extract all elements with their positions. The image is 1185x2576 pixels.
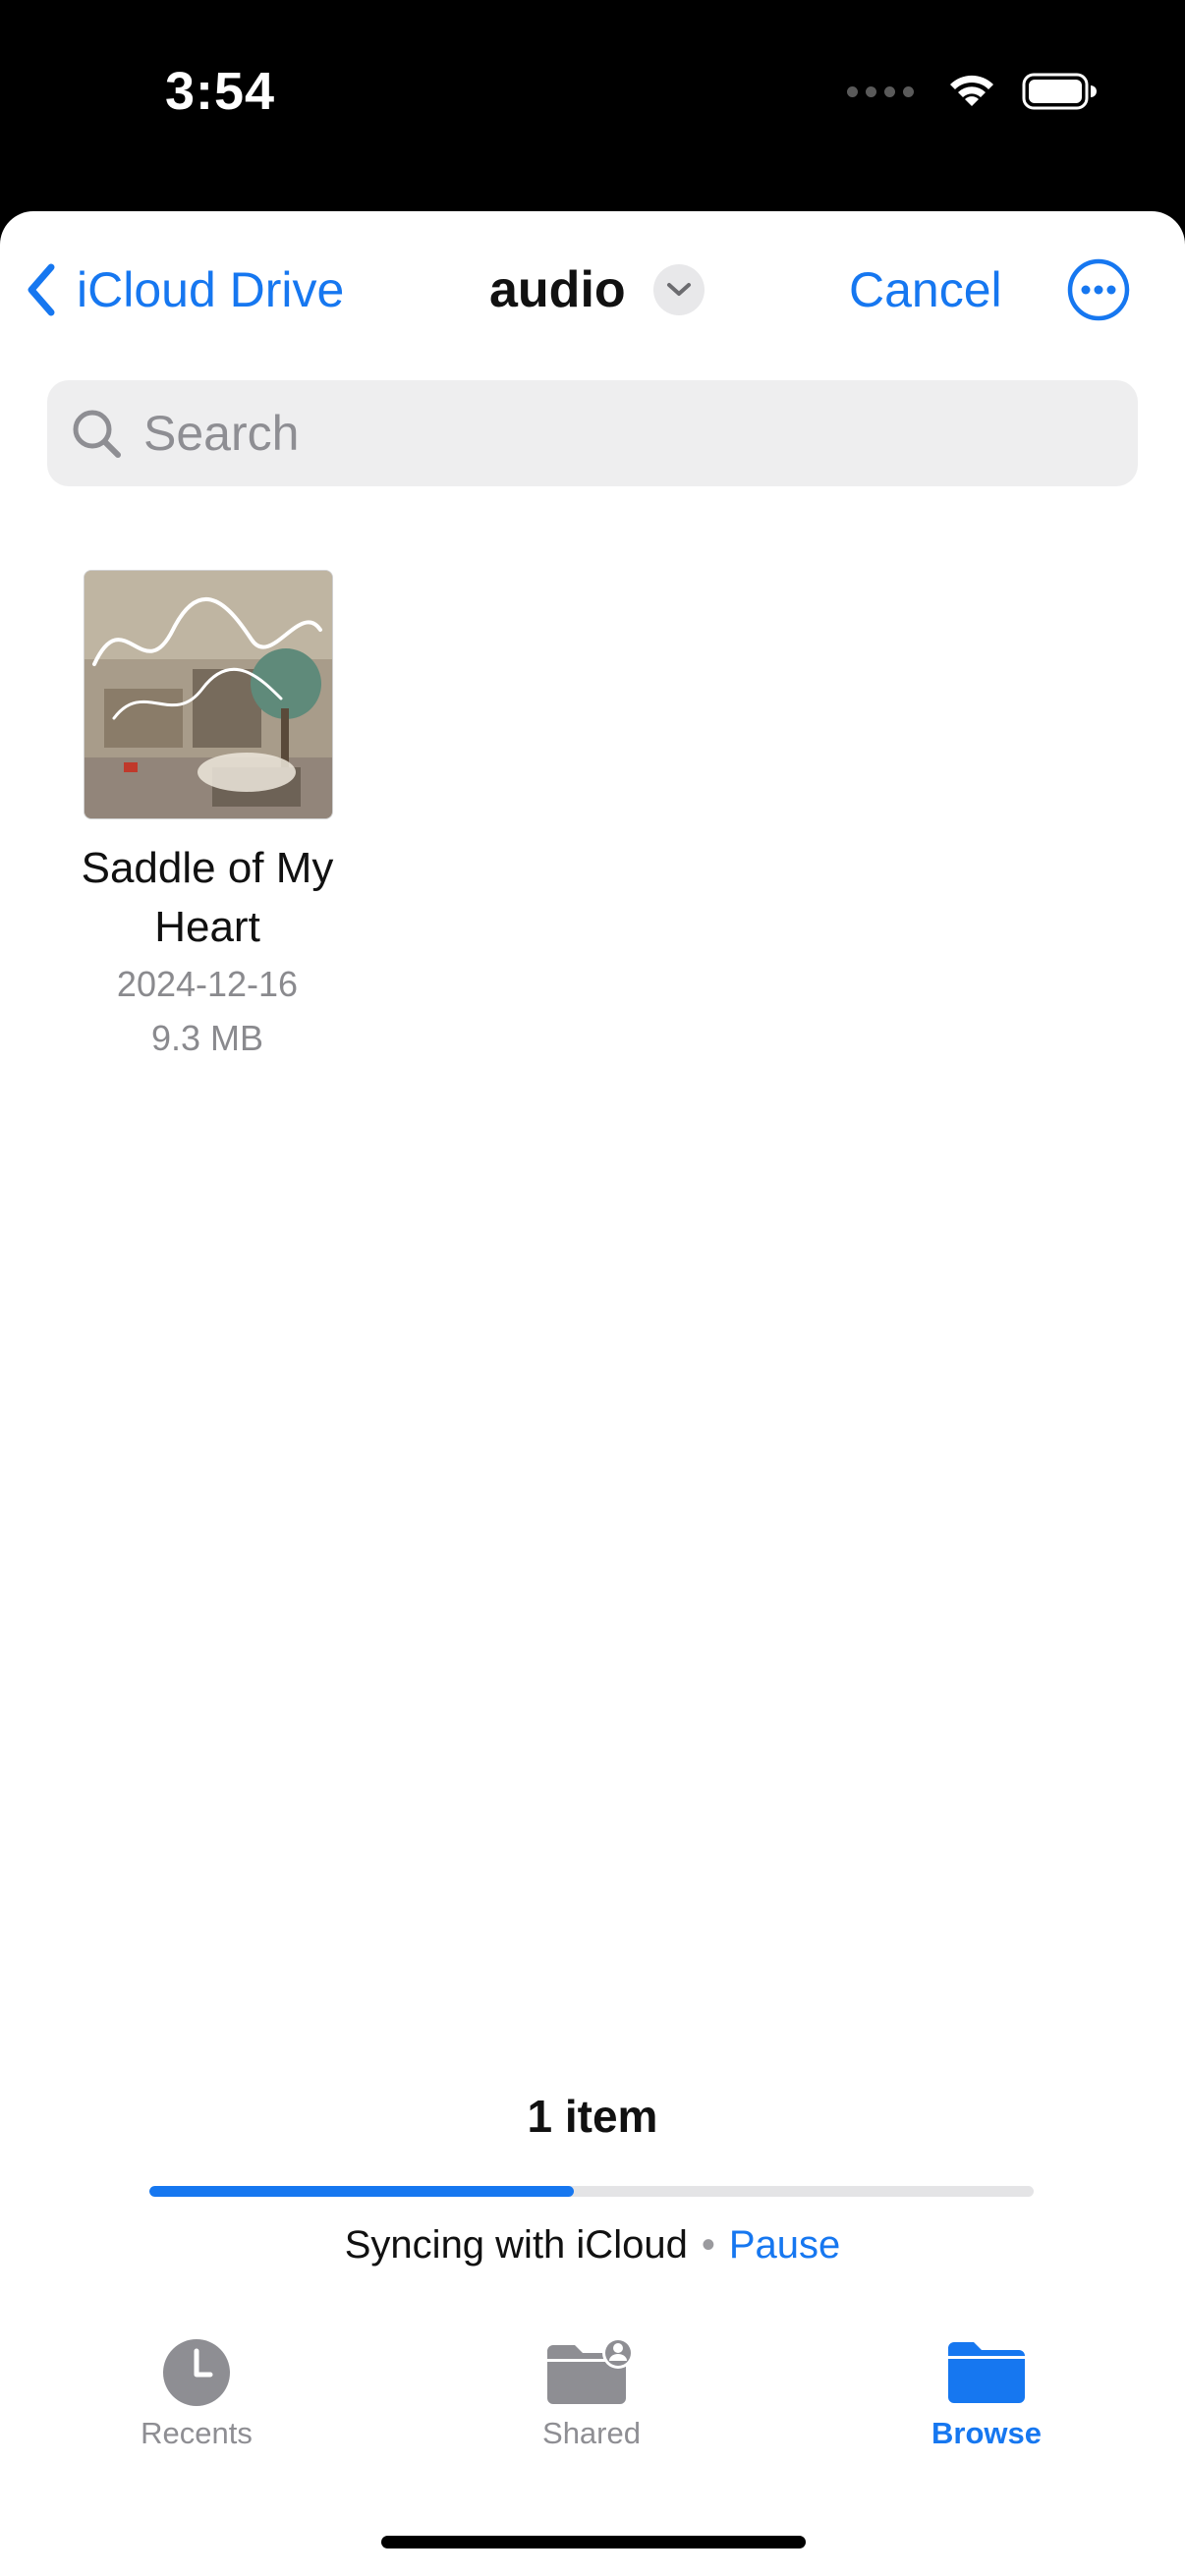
back-button[interactable]: iCloud Drive [24,254,344,325]
search-bar[interactable] [47,380,1138,486]
tab-shared[interactable]: Shared [474,2333,709,2451]
home-indicator[interactable] [381,2536,806,2548]
more-options-icon[interactable] [1067,258,1130,321]
file-browser-sheet: iCloud Drive audio Cancel Search Saddle … [0,211,1185,2576]
chevron-left-icon [28,263,55,316]
status-bar: 3:54 [0,0,1185,211]
tab-recents-label: Recents [141,2416,253,2450]
page-title: audio [489,261,626,318]
sync-progress-bar [149,2186,1034,2197]
sync-status-text: Syncing with iCloud [344,2223,688,2267]
album-artwork-thumbnail [84,570,333,819]
back-button-label: iCloud Drive [77,262,345,317]
wifi-icon [950,75,993,106]
shared-folder-icon [547,2337,634,2404]
file-size: 9.3 MB [150,1018,264,1058]
clock-icon [163,2339,230,2406]
navigation-bar: iCloud Drive audio Cancel [0,211,1185,378]
status-icons [847,73,1097,110]
status-time: 3:54 [165,62,276,121]
file-item[interactable]: Saddle of My Heart 2024-12-16 9.3 MB [51,570,364,1065]
tab-shared-label: Shared [542,2416,641,2450]
folder-icon [948,2342,1025,2403]
cancel-button[interactable]: Cancel [849,254,1002,325]
search-icon [73,410,121,458]
tab-bar: Recents Shared Browse [0,2333,1185,2461]
chevron-down-icon [652,264,705,315]
search-input[interactable] [141,404,1079,463]
item-count: 1 item [527,2091,658,2142]
file-date: 2024-12-16 [116,964,299,1004]
tab-browse-label: Browse [931,2416,1042,2450]
separator-dot: • [701,2223,715,2267]
folder-title-menu[interactable]: audio [489,254,705,325]
sync-status: Syncing with iCloud • Pause [0,2223,1185,2268]
tab-recents[interactable]: Recents [79,2333,314,2451]
sync-progress-fill [149,2186,574,2197]
file-name: Saddle of My Heart [81,844,334,951]
battery-icon [1022,73,1097,110]
cellular-signal-icon [847,85,914,97]
tab-browse[interactable]: Browse [869,2333,1104,2451]
pause-button[interactable]: Pause [729,2223,840,2267]
